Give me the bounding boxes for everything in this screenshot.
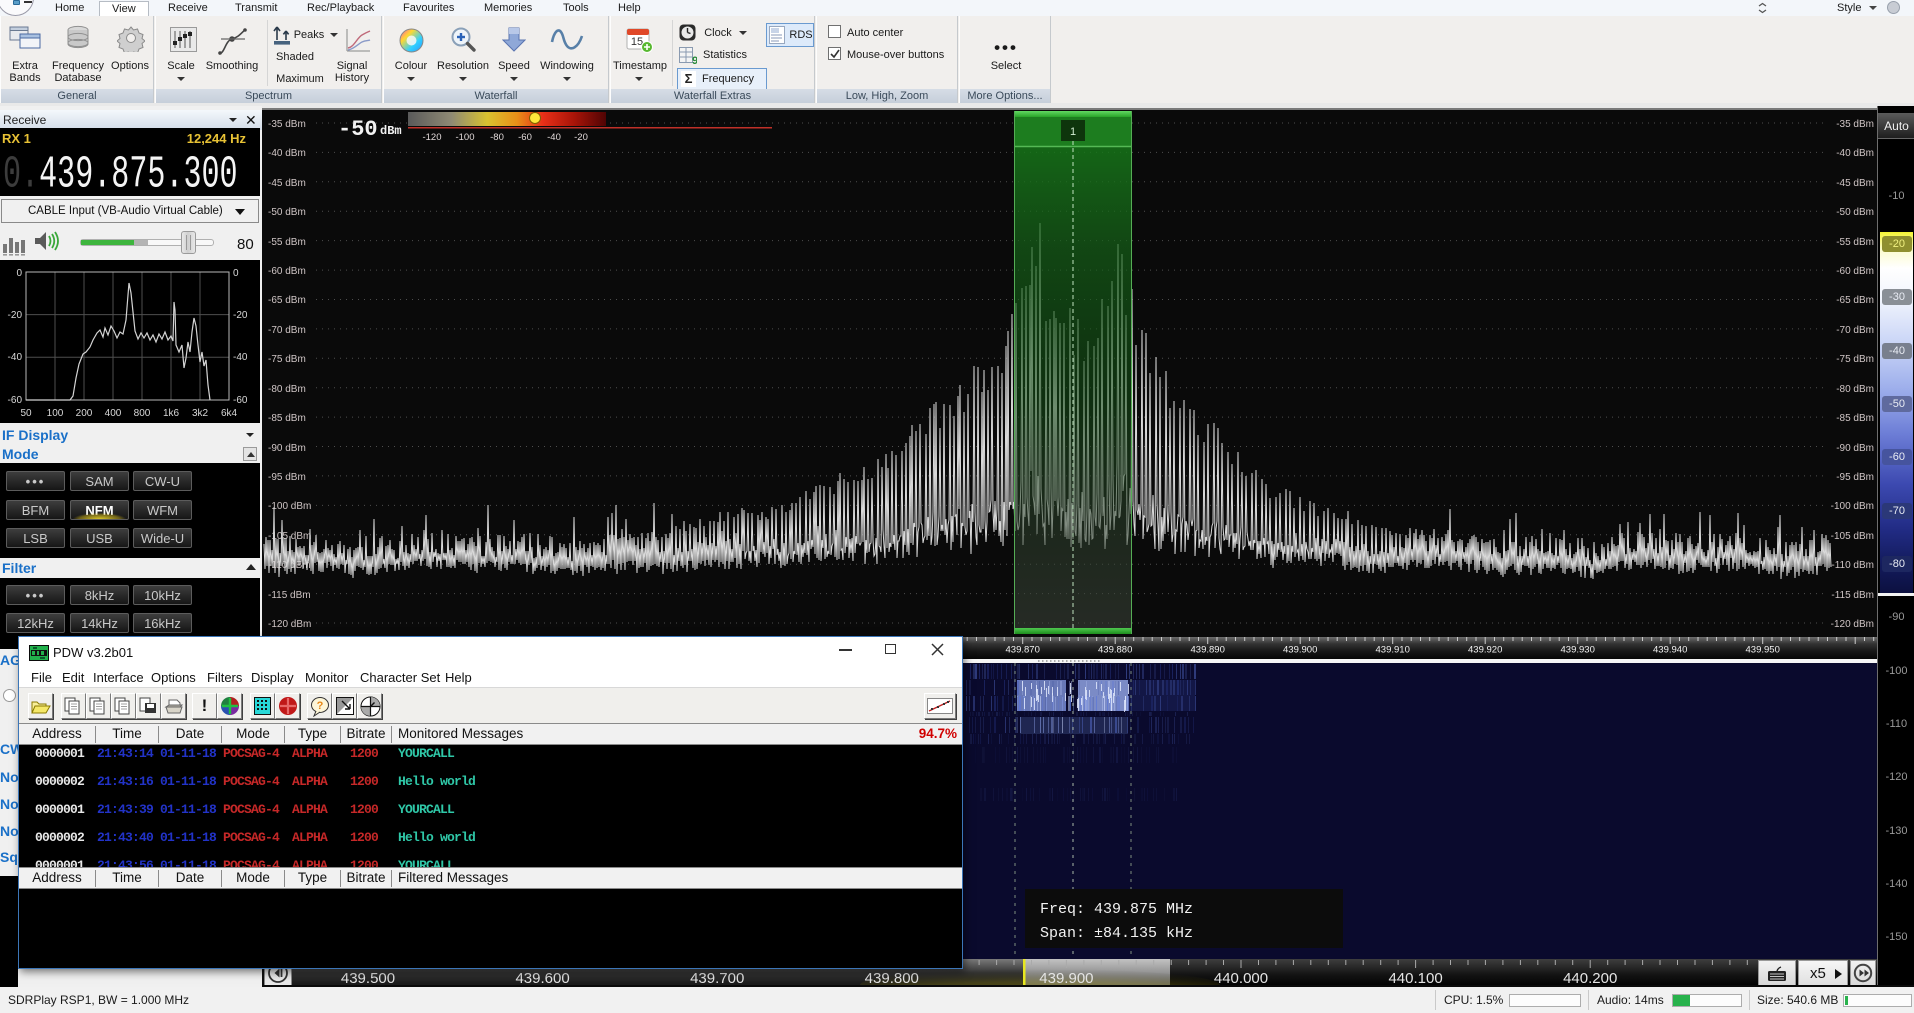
svg-text:9: 9 [692,55,697,65]
svg-text:-70 dBm: -70 dBm [268,325,306,336]
svg-text:-110 dBm: -110 dBm [1831,560,1874,571]
svg-text:-115 dBm: -115 dBm [1831,590,1874,601]
svg-text:-45 dBm: -45 dBm [268,178,306,189]
svg-text:439.900: 439.900 [1283,645,1317,656]
svg-text:200: 200 [76,408,93,419]
svg-text:-85 dBm: -85 dBm [268,413,306,424]
svg-text:1: 1 [1070,126,1076,138]
svg-text:-40: -40 [233,352,248,363]
svg-text:0: 0 [16,268,22,279]
svg-text:-95 dBm: -95 dBm [268,472,306,483]
svg-text:-65 dBm: -65 dBm [268,295,306,306]
svg-text:-85 dBm: -85 dBm [1836,413,1874,424]
svg-text:439.890: 439.890 [1191,645,1225,656]
svg-text:-50: -50 [338,117,378,142]
svg-text:-60: -60 [233,395,248,406]
svg-text:-60 dBm: -60 dBm [268,266,306,277]
svg-text:0: 0 [233,268,239,279]
svg-text:-20: -20 [233,310,248,321]
svg-text:-20: -20 [8,310,23,321]
svg-text:-55 dBm: -55 dBm [1836,237,1874,248]
svg-text:1k6: 1k6 [163,408,180,419]
svg-text:-40: -40 [8,352,23,363]
svg-text:-80 dBm: -80 dBm [1836,384,1874,395]
svg-text:-90 dBm: -90 dBm [1836,443,1874,454]
svg-text:-105 dBm: -105 dBm [1831,531,1874,542]
svg-text:439.880: 439.880 [1098,645,1132,656]
svg-text:100: 100 [47,408,64,419]
svg-text:-120 dBm: -120 dBm [1831,619,1874,630]
svg-text:-120: -120 [422,132,441,143]
svg-text:-95 dBm: -95 dBm [1836,472,1874,483]
svg-text:-120 dBm: -120 dBm [268,619,311,630]
svg-text:-50 dBm: -50 dBm [268,207,306,218]
svg-text:439.950: 439.950 [1746,645,1780,656]
svg-text:-60: -60 [518,132,532,143]
svg-text:-80 dBm: -80 dBm [268,384,306,395]
svg-text:-40 dBm: -40 dBm [1836,148,1874,159]
svg-text:-90 dBm: -90 dBm [268,443,306,454]
svg-text:?: ? [317,700,324,712]
svg-text:Span: ±84.135 kHz: Span: ±84.135 kHz [1040,925,1193,942]
svg-text:439.930: 439.930 [1561,645,1595,656]
svg-text:6k4: 6k4 [221,408,238,419]
svg-text:-35 dBm: -35 dBm [268,119,306,130]
svg-text:-100 dBm: -100 dBm [1831,501,1874,512]
svg-text:800: 800 [134,408,151,419]
svg-text:3k2: 3k2 [192,408,209,419]
svg-text:-65 dBm: -65 dBm [1836,295,1874,306]
svg-text:-45 dBm: -45 dBm [1836,178,1874,189]
svg-text:-115 dBm: -115 dBm [268,590,311,601]
svg-text:-35 dBm: -35 dBm [1836,119,1874,130]
svg-text:-80: -80 [490,132,504,143]
svg-text:-20: -20 [574,132,588,143]
svg-text:-55 dBm: -55 dBm [268,237,306,248]
svg-text:-70 dBm: -70 dBm [1836,325,1874,336]
svg-text:439.910: 439.910 [1376,645,1410,656]
svg-text:-50 dBm: -50 dBm [1836,207,1874,218]
svg-text:439.870: 439.870 [1006,645,1040,656]
svg-text:-100: -100 [455,132,474,143]
svg-text:-60: -60 [8,395,23,406]
svg-text:50: 50 [20,408,32,419]
svg-text:439.940: 439.940 [1653,645,1687,656]
svg-text:-75 dBm: -75 dBm [1836,354,1874,365]
svg-text:400: 400 [105,408,122,419]
svg-text:-75 dBm: -75 dBm [268,354,306,365]
svg-text:439.920: 439.920 [1468,645,1502,656]
svg-text:dBm: dBm [380,124,402,138]
svg-text:Freq: 439.875 MHz: Freq: 439.875 MHz [1040,901,1193,918]
svg-text:-60 dBm: -60 dBm [1836,266,1874,277]
svg-text:-40: -40 [547,132,561,143]
svg-text:-40 dBm: -40 dBm [268,148,306,159]
